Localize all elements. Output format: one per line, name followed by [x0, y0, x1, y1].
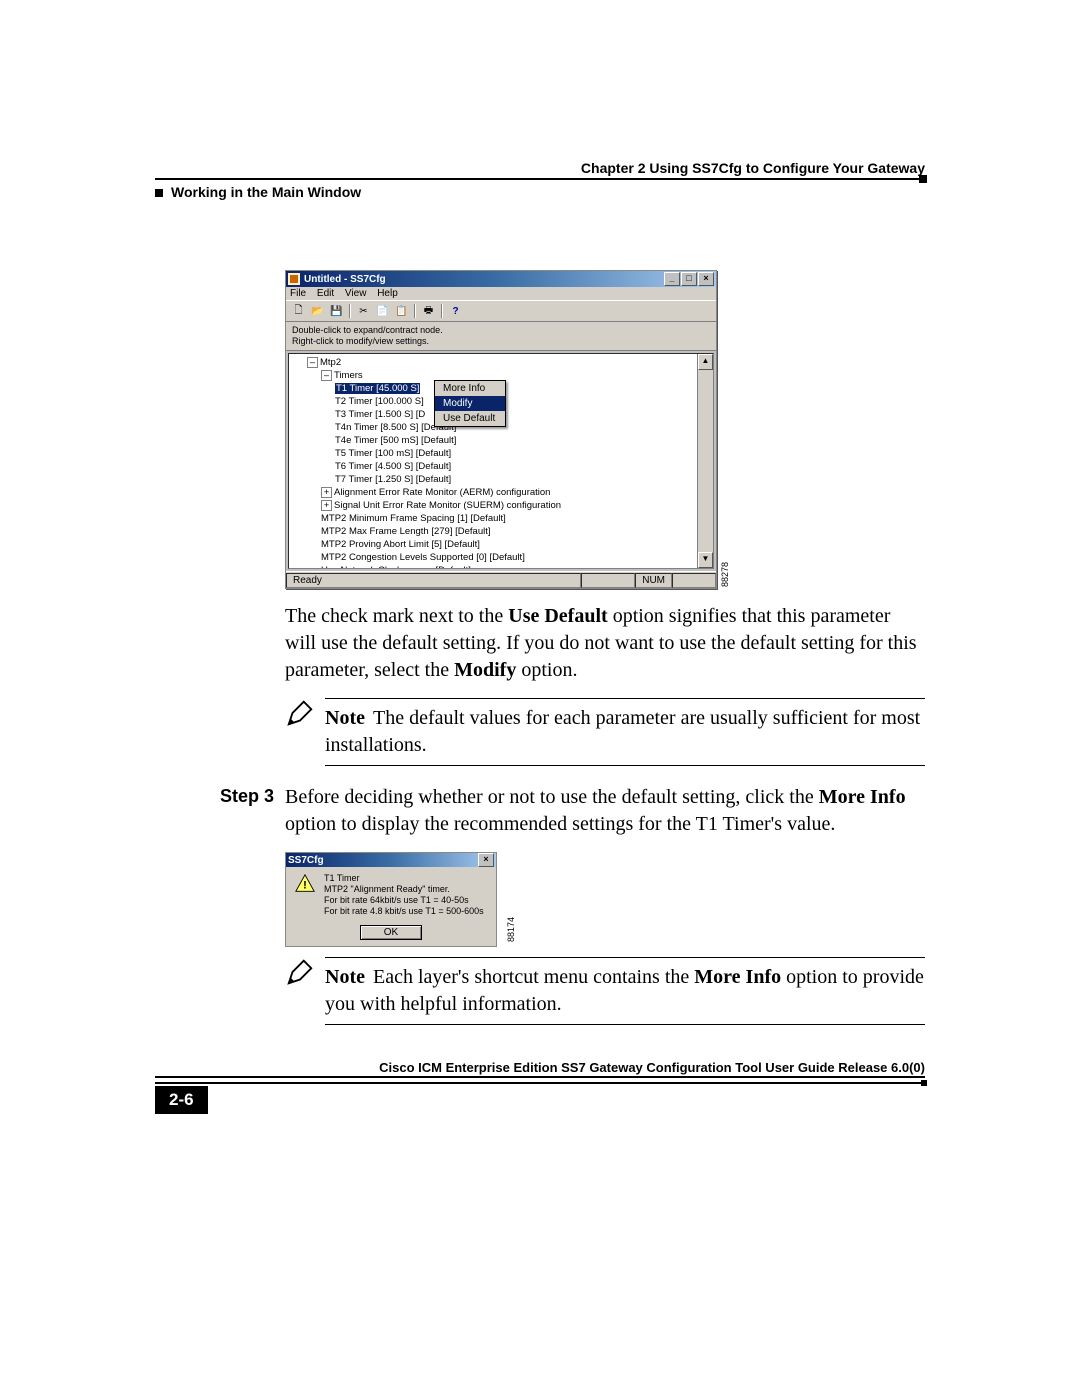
- tree-timers[interactable]: Timers: [334, 370, 363, 381]
- minimize-button[interactable]: _: [664, 272, 680, 286]
- tree-suerm[interactable]: Signal Unit Error Rate Monitor (SUERM) c…: [334, 500, 561, 511]
- tree-t1-selected[interactable]: T1 Timer [45.000 S]: [335, 383, 420, 394]
- tree-pal[interactable]: MTP2 Proving Abort Limit [5] [Default]: [321, 538, 713, 551]
- step-3: Step 3 Before deciding whether or not to…: [220, 784, 925, 838]
- ctx-more-info[interactable]: More Info: [435, 381, 505, 396]
- page-footer: Cisco ICM Enterprise Edition SS7 Gateway…: [155, 1060, 925, 1114]
- menu-edit[interactable]: Edit: [317, 288, 334, 299]
- note-2: NoteEach layer's shortcut menu contains …: [285, 957, 925, 1025]
- tree-mfl[interactable]: MTP2 Max Frame Length [279] [Default]: [321, 525, 713, 538]
- header-rule: [155, 178, 925, 180]
- app-icon: [288, 273, 300, 285]
- figure-number-1: 88278: [720, 560, 947, 587]
- print-icon[interactable]: 🖶: [420, 303, 437, 319]
- paragraph-1: The check mark next to the Use Default o…: [285, 603, 925, 684]
- tree-t2[interactable]: T2 Timer [100.000 S]: [335, 395, 713, 408]
- tree-t7[interactable]: T7 Timer [1.250 S] [Default]: [335, 473, 713, 486]
- ctx-use-default[interactable]: Use Default: [435, 411, 505, 426]
- hint-area: Double-click to expand/contract node. Ri…: [286, 322, 716, 351]
- tree-t4n[interactable]: T4n Timer [8.500 S] [Default]: [335, 421, 713, 434]
- open-icon[interactable]: 📂: [309, 303, 326, 319]
- paste-icon[interactable]: 📋: [393, 303, 410, 319]
- hint-line-2: Right-click to modify/view settings.: [292, 336, 710, 347]
- cut-icon[interactable]: ✂: [355, 303, 372, 319]
- note-1: NoteThe default values for each paramete…: [285, 698, 925, 766]
- titlebar[interactable]: Untitled - SS7Cfg _ □ ×: [286, 271, 716, 287]
- tree-ncs[interactable]: Use Network Clock source [Default]: [321, 564, 713, 569]
- ok-button[interactable]: OK: [360, 925, 422, 940]
- copy-icon[interactable]: 📄: [374, 303, 391, 319]
- menu-file[interactable]: File: [290, 288, 306, 299]
- dialog-titlebar[interactable]: SS7Cfg ×: [286, 853, 496, 867]
- window-title: Untitled - SS7Cfg: [304, 274, 386, 285]
- section-square-icon: [155, 189, 163, 197]
- tree-t6[interactable]: T6 Timer [4.500 S] [Default]: [335, 460, 713, 473]
- figure-number-2: 88174: [506, 917, 516, 942]
- tree-t4e[interactable]: T4e Timer [500 mS] [Default]: [335, 434, 713, 447]
- warning-icon: !: [294, 873, 316, 895]
- ctx-modify[interactable]: Modify: [435, 396, 505, 411]
- section-header: Working in the Main Window: [155, 184, 925, 200]
- status-num: NUM: [635, 573, 672, 588]
- ss7cfg-window: Untitled - SS7Cfg _ □ × File Edit View H…: [285, 270, 717, 589]
- toolbar: 🗋 📂 💾 ✂ 📄 📋 🖶 ?: [286, 300, 716, 322]
- pencil-icon: [285, 698, 325, 733]
- step-label: Step 3: [220, 784, 285, 838]
- context-menu: More Info Modify Use Default: [434, 380, 506, 427]
- tree-view[interactable]: –Mtp2 –Timers T1 Timer [45.000 S] T2 Tim…: [288, 353, 714, 569]
- pencil-icon: [285, 957, 325, 992]
- dialog-title: SS7Cfg: [288, 855, 324, 866]
- help-icon[interactable]: ?: [447, 303, 464, 319]
- status-ready: Ready: [286, 573, 581, 588]
- maximize-button[interactable]: □: [681, 272, 697, 286]
- footer-title: Cisco ICM Enterprise Edition SS7 Gateway…: [155, 1060, 925, 1078]
- tree-mtp2[interactable]: Mtp2: [320, 357, 341, 368]
- page-number: 2-6: [155, 1086, 208, 1114]
- close-button[interactable]: ×: [698, 272, 714, 286]
- new-icon[interactable]: 🗋: [290, 303, 307, 319]
- menubar: File Edit View Help: [286, 287, 716, 300]
- scrollbar[interactable]: ▲ ▼: [697, 354, 713, 568]
- hint-line-1: Double-click to expand/contract node.: [292, 325, 710, 336]
- note-label: Note: [325, 707, 365, 729]
- svg-text:!: !: [303, 880, 307, 892]
- menu-help[interactable]: Help: [377, 288, 398, 299]
- tree-t3[interactable]: T3 Timer [1.500 S] [D: [335, 408, 713, 421]
- dialog-close-button[interactable]: ×: [478, 853, 494, 867]
- dialog-text: T1 Timer MTP2 "Alignment Ready" timer. F…: [324, 873, 484, 917]
- chapter-header: Chapter 2 Using SS7Cfg to Configure Your…: [155, 160, 925, 176]
- tree-aerm[interactable]: Alignment Error Rate Monitor (AERM) conf…: [334, 487, 550, 498]
- menu-view[interactable]: View: [345, 288, 367, 299]
- ss7cfg-dialog: SS7Cfg × ! T1 Timer MTP2 "Alignment Read…: [285, 852, 497, 947]
- footer-marker-icon: [921, 1080, 927, 1086]
- tree-mfs[interactable]: MTP2 Minimum Frame Spacing [1] [Default]: [321, 512, 713, 525]
- save-icon[interactable]: 💾: [328, 303, 345, 319]
- tree-t5[interactable]: T5 Timer [100 mS] [Default]: [335, 447, 713, 460]
- statusbar: Ready NUM: [286, 571, 716, 588]
- note-text: The default values for each parameter ar…: [325, 707, 920, 756]
- scroll-down-icon[interactable]: ▼: [698, 552, 713, 568]
- scroll-up-icon[interactable]: ▲: [698, 354, 713, 370]
- tree-cls[interactable]: MTP2 Congestion Levels Supported [0] [De…: [321, 551, 713, 564]
- note-label: Note: [325, 966, 365, 988]
- header-square-icon: [919, 175, 927, 183]
